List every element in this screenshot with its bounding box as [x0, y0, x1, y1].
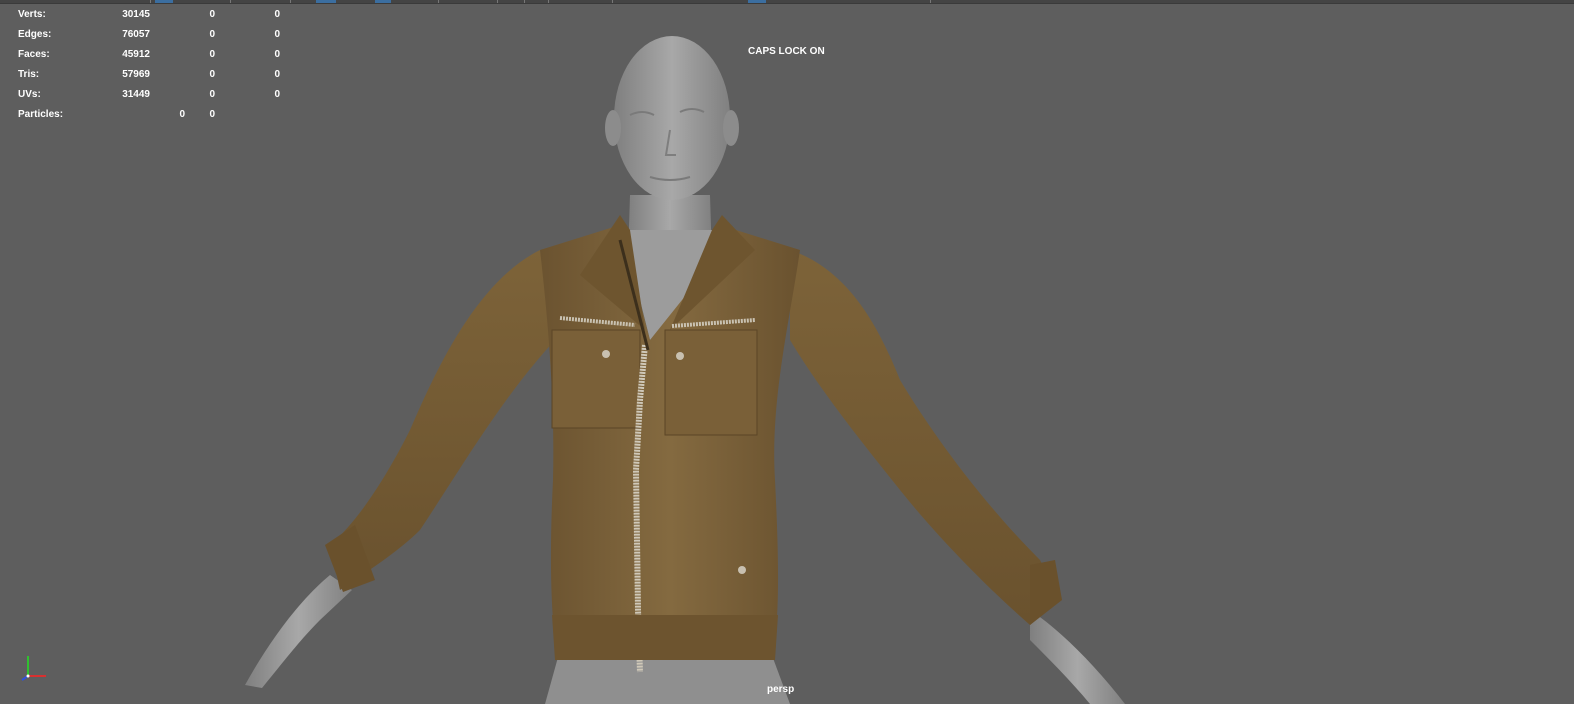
hud-row-verts: Verts: 30145 0 0	[18, 5, 280, 25]
hud-value-selected: 0	[209, 109, 215, 120]
viewport-3d[interactable]: Verts: 30145 0 0 Edges: 76057 0 0 Faces:…	[0, 0, 1574, 704]
poly-count-hud: Verts: 30145 0 0 Edges: 76057 0 0 Faces:…	[18, 5, 280, 125]
hud-value-selected: 0	[209, 9, 215, 20]
hud-row-edges: Edges: 76057 0 0	[18, 25, 280, 45]
hud-row-tris: Tris: 57969 0 0	[18, 65, 280, 85]
hud-label: Faces:	[18, 49, 50, 60]
hud-value-selected: 0	[209, 29, 215, 40]
hud-value-total: 57969	[122, 69, 150, 80]
right-sleeve	[790, 250, 1060, 625]
left-chest-pocket	[551, 329, 641, 429]
right-cuff	[1030, 560, 1062, 625]
right-chest-pocket	[664, 329, 758, 436]
right-hand	[1030, 610, 1125, 704]
hud-row-faces: Faces: 45912 0 0	[18, 45, 280, 65]
hud-label: Particles:	[18, 109, 64, 120]
hud-row-uvs: UVs: 31449 0 0	[18, 85, 280, 105]
hud-value-selected: 0	[209, 89, 215, 100]
hud-value-total: 0	[179, 109, 185, 120]
hud-label: Edges:	[18, 29, 52, 40]
head	[614, 36, 730, 200]
hud-value-selected: 0	[209, 69, 215, 80]
hud-value-total: 76057	[122, 29, 150, 40]
hud-label: Tris:	[18, 69, 40, 80]
hud-value-other: 0	[274, 29, 280, 40]
hud-label: UVs:	[18, 89, 41, 100]
hud-value-other: 0	[274, 9, 280, 20]
xyz-axis-icon	[21, 656, 46, 681]
hud-label: Verts:	[18, 9, 46, 20]
camera-name-label: persp	[767, 684, 795, 695]
hud-value-other: 0	[274, 89, 280, 100]
hud-value-selected: 0	[209, 49, 215, 60]
caps-lock-indicator: CAPS LOCK ON	[748, 46, 825, 57]
hud-value-total: 31449	[122, 89, 150, 100]
hud-value-other: 0	[274, 49, 280, 60]
left-sleeve	[330, 250, 555, 590]
hud-value-total: 45912	[122, 49, 150, 60]
left-hand	[245, 575, 352, 688]
jacket-waistband	[552, 615, 778, 660]
hud-row-particles: Particles: 0 0	[18, 105, 278, 125]
hud-value-other: 0	[274, 69, 280, 80]
hud-value-total: 30145	[122, 9, 150, 20]
